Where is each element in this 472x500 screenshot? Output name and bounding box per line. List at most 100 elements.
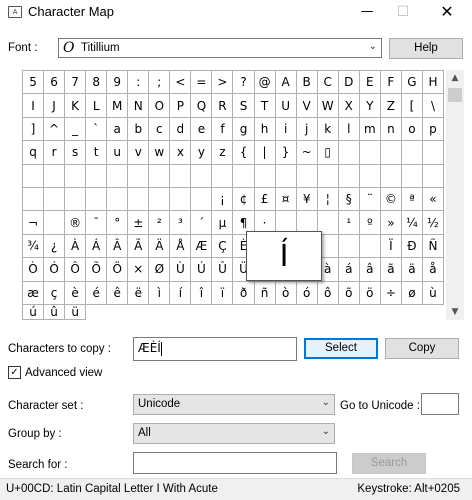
character-cell[interactable]: t xyxy=(86,141,108,165)
character-cell[interactable]: S xyxy=(233,94,255,118)
character-cell[interactable]: î xyxy=(191,281,213,305)
character-cell[interactable]: × xyxy=(128,258,150,282)
character-cell[interactable]: ; xyxy=(149,71,171,95)
character-cell[interactable]: K xyxy=(65,94,87,118)
character-cell[interactable]: Ð xyxy=(401,234,423,259)
character-cell[interactable] xyxy=(212,164,234,188)
character-cell[interactable]: å xyxy=(422,258,444,282)
character-cell[interactable]: T xyxy=(254,94,276,118)
character-cell[interactable]: Û xyxy=(212,258,234,282)
go-to-unicode-input[interactable] xyxy=(421,393,459,415)
character-cell[interactable]: 8 xyxy=(86,71,108,95)
character-cell[interactable]: Ã xyxy=(128,234,150,259)
character-cell[interactable] xyxy=(422,164,444,188)
character-grid[interactable]: 5 6 7 8 9:; < = >? @ A B C D E F G H I J K L M N O P Q R S T U V W X Y Z[\… xyxy=(22,70,444,320)
character-cell[interactable]: Ù xyxy=(170,258,192,282)
character-cell[interactable]: ç xyxy=(44,281,66,305)
character-cell[interactable]: è xyxy=(65,281,87,305)
character-cell[interactable]: U xyxy=(275,94,297,118)
character-cell[interactable]: W xyxy=(317,94,339,118)
character-cell[interactable] xyxy=(359,234,381,259)
character-cell[interactable]: Ó xyxy=(44,258,66,282)
character-cell[interactable]: G xyxy=(401,71,423,95)
character-cell[interactable]: ü xyxy=(65,304,87,320)
character-cell[interactable]: ¨ xyxy=(359,187,381,212)
character-cell[interactable]: ? xyxy=(233,71,255,95)
character-cell[interactable]: h xyxy=(254,117,276,142)
character-cell[interactable]: ô xyxy=(317,281,339,305)
group-by-select[interactable]: All ⌄ xyxy=(133,423,335,444)
character-cell[interactable]: O xyxy=(149,94,171,118)
character-cell[interactable]: ¾ xyxy=(23,234,45,259)
character-cell[interactable]: 5 xyxy=(23,71,45,95)
character-cell[interactable] xyxy=(170,164,192,188)
character-cell[interactable]: 9 xyxy=(107,71,129,95)
character-cell[interactable] xyxy=(65,164,87,188)
character-cell[interactable]: f xyxy=(212,117,234,142)
character-cell[interactable]: z xyxy=(212,141,234,165)
character-cell[interactable]: © xyxy=(380,187,402,212)
advanced-view-label[interactable]: Advanced view xyxy=(25,367,102,379)
character-cell[interactable]: C xyxy=(317,71,339,95)
character-cell[interactable] xyxy=(338,164,360,188)
character-cell[interactable]: ² xyxy=(149,211,171,235)
character-cell[interactable]: ì xyxy=(149,281,171,305)
character-cell[interactable]: : xyxy=(128,71,150,95)
minimize-button[interactable]: — xyxy=(350,0,384,26)
character-cell[interactable]: ¹ xyxy=(338,211,360,235)
character-cell[interactable]: ® xyxy=(65,211,87,235)
character-cell[interactable]: < xyxy=(170,71,192,95)
character-cell[interactable]: Ç xyxy=(212,234,234,259)
character-cell[interactable]: R xyxy=(212,94,234,118)
character-cell[interactable]: ï xyxy=(212,281,234,305)
character-cell[interactable]: m xyxy=(359,117,381,142)
character-cell[interactable] xyxy=(338,141,360,165)
character-cell[interactable]: = xyxy=(191,71,213,95)
character-cell[interactable]: w xyxy=(149,141,171,165)
character-cell[interactable] xyxy=(128,187,150,212)
character-cell[interactable] xyxy=(275,164,297,188)
character-cell[interactable]: X xyxy=(338,94,360,118)
character-cell[interactable]: y xyxy=(191,141,213,165)
character-cell[interactable] xyxy=(44,164,66,188)
character-cell[interactable]: N xyxy=(128,94,150,118)
character-cell[interactable]: q xyxy=(23,141,45,165)
character-cell[interactable] xyxy=(86,187,108,212)
character-cell[interactable]: j xyxy=(296,117,318,142)
character-cell[interactable]: o xyxy=(401,117,423,142)
character-cell[interactable] xyxy=(359,141,381,165)
scroll-down-arrow-icon[interactable]: ▼ xyxy=(446,304,464,320)
character-cell[interactable] xyxy=(233,164,255,188)
character-cell[interactable]: ú xyxy=(23,304,45,320)
character-cell[interactable]: ° xyxy=(107,211,129,235)
character-cell[interactable]: õ xyxy=(338,281,360,305)
character-cell[interactable]: â xyxy=(359,258,381,282)
character-cell[interactable]: Õ xyxy=(86,258,108,282)
character-cell[interactable]: A xyxy=(275,71,297,95)
character-cell[interactable]: ¿ xyxy=(44,234,66,259)
character-cell[interactable]: Â xyxy=(107,234,129,259)
character-cell[interactable]: ë xyxy=(128,281,150,305)
character-cell[interactable]: Ñ xyxy=(422,234,444,259)
advanced-view-checkbox[interactable]: ✓ xyxy=(8,366,21,379)
character-cell[interactable] xyxy=(401,164,423,188)
character-cell[interactable]: x xyxy=(170,141,192,165)
character-cell[interactable]: Q xyxy=(191,94,213,118)
character-cell[interactable]: Ò xyxy=(23,258,45,282)
character-cell[interactable]: ´ xyxy=(191,211,213,235)
character-cell[interactable]: Z xyxy=(380,94,402,118)
character-cell[interactable] xyxy=(170,187,192,212)
character-cell[interactable]: ð xyxy=(233,281,255,305)
characters-to-copy-input[interactable]: ÆÈÍ xyxy=(133,337,297,361)
character-cell[interactable] xyxy=(359,164,381,188)
character-cell[interactable]: ~ xyxy=(296,141,318,165)
character-cell[interactable]: ¢ xyxy=(233,187,255,212)
character-cell[interactable]: @ xyxy=(254,71,276,95)
character-cell[interactable]: i xyxy=(275,117,297,142)
close-button[interactable]: ✕ xyxy=(430,0,464,26)
character-cell[interactable]: | xyxy=(254,141,276,165)
character-cell[interactable]: ½ xyxy=(422,211,444,235)
help-button[interactable]: Help xyxy=(389,38,463,59)
character-cell[interactable]: D xyxy=(338,71,360,95)
character-cell[interactable]: [ xyxy=(401,94,423,118)
